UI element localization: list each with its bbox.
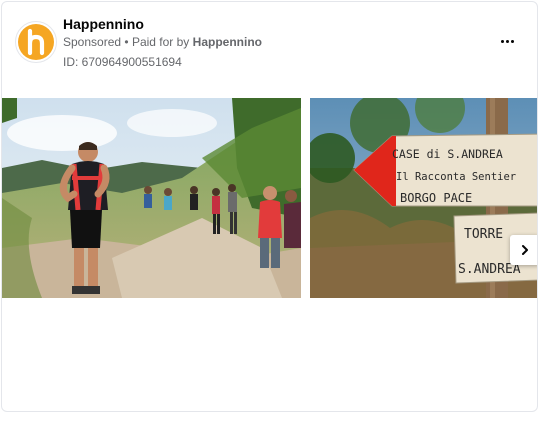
sponsored-label: Sponsored	[63, 35, 122, 49]
sign1-line3: BORGO PACE	[400, 191, 472, 205]
hikers-photo	[2, 98, 301, 298]
sponsor-line: Sponsored • Paid for by Happennino	[63, 35, 262, 49]
paid-for-name: Happennino	[192, 35, 262, 49]
image-carousel[interactable]: CASE di S.ANDREA Il Racconta Sentier BOR…	[2, 98, 537, 298]
more-horizontal-icon	[500, 39, 504, 43]
ad-card: Happennino Sponsored • Paid for by Happe…	[1, 1, 538, 412]
trail-signs-photo: CASE di S.ANDREA Il Racconta Sentier BOR…	[310, 98, 537, 298]
page-avatar[interactable]	[15, 21, 57, 63]
happennino-logo-icon	[18, 24, 54, 60]
sign1-line1: CASE di S.ANDREA	[392, 147, 503, 161]
carousel-next-button[interactable]	[510, 235, 537, 265]
sign2-line1: TORRE	[464, 227, 503, 242]
carousel-slide-signs[interactable]: CASE di S.ANDREA Il Racconta Sentier BOR…	[310, 98, 537, 298]
more-dot	[505, 39, 509, 43]
separator-dot: •	[124, 35, 129, 49]
more-dot	[510, 39, 514, 43]
paid-for-prefix: Paid for by	[131, 35, 190, 49]
page-name-link[interactable]: Happennino	[63, 16, 144, 32]
sign1-line2: Il Racconta Sentier	[396, 171, 516, 183]
chevron-right-icon	[522, 245, 528, 255]
carousel-slide-hikers[interactable]	[2, 98, 301, 298]
more-options-button[interactable]	[492, 30, 522, 52]
ad-id: ID: 670964900551694	[63, 55, 182, 69]
